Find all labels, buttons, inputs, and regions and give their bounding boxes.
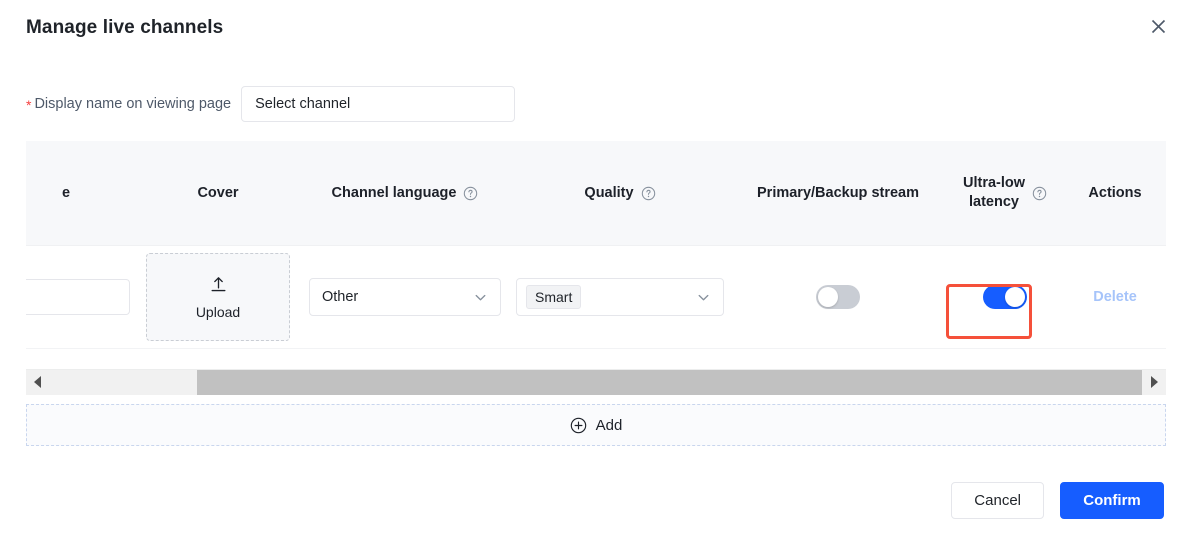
help-icon[interactable] <box>641 186 656 201</box>
caret-left-icon[interactable] <box>26 369 49 395</box>
delete-button[interactable]: Delete <box>1093 289 1137 305</box>
channel-select-value: Select channel <box>255 96 351 112</box>
column-header-name: e <box>61 185 71 201</box>
channel-language-value: Other <box>322 289 359 305</box>
channel-name-input[interactable] <box>26 279 130 315</box>
channel-language-select[interactable]: Other <box>309 278 501 316</box>
horizontal-scrollbar[interactable] <box>26 369 1166 395</box>
column-header-ultra-low-latency: Ultra-low latency <box>946 174 1064 212</box>
scrollbar-track[interactable] <box>49 369 1143 395</box>
dialog-footer: Cancel Confirm <box>951 482 1164 519</box>
help-icon[interactable] <box>1032 186 1047 201</box>
channels-table: e Cover Channel language Quality Primary… <box>26 141 1166 397</box>
quality-tag[interactable]: Smart <box>526 285 582 309</box>
upload-cover-button[interactable]: Upload <box>146 253 290 341</box>
caret-right-icon[interactable] <box>1143 369 1166 395</box>
close-icon[interactable] <box>1146 14 1170 38</box>
quality-select[interactable]: Smart <box>516 278 724 316</box>
plus-circle-icon <box>570 417 587 434</box>
confirm-button[interactable]: Confirm <box>1060 482 1164 519</box>
scrollbar-thumb[interactable] <box>197 369 1142 395</box>
cell-actions: Delete <box>1064 289 1166 305</box>
display-name-form-row: * Display name on viewing page Select ch… <box>26 86 516 122</box>
ultra-low-latency-toggle[interactable] <box>983 285 1027 309</box>
cell-ultra-low-latency <box>946 285 1064 309</box>
help-icon[interactable] <box>463 186 478 201</box>
required-asterisk: * <box>26 97 32 113</box>
column-header-actions: Actions <box>1088 185 1142 201</box>
page-title: Manage live channels <box>26 17 224 38</box>
cell-channel-name <box>26 279 136 315</box>
chevron-down-icon <box>473 290 488 305</box>
cell-quality: Smart <box>510 278 730 316</box>
upload-icon <box>209 275 228 298</box>
column-header-primary-backup-stream: Primary/Backup stream <box>757 185 919 201</box>
table-header-row: e Cover Channel language Quality Primary… <box>26 141 1166 246</box>
column-header-quality: Quality <box>510 185 730 201</box>
display-name-label: Display name on viewing page <box>34 96 232 112</box>
cancel-button[interactable]: Cancel <box>951 482 1044 519</box>
column-header-cover: Cover <box>197 185 239 201</box>
add-channel-button[interactable]: Add <box>26 404 1166 446</box>
add-label: Add <box>595 416 623 434</box>
primary-backup-stream-toggle[interactable] <box>816 285 860 309</box>
chevron-down-icon <box>696 290 711 305</box>
cell-channel-language: Other <box>300 278 510 316</box>
toggle-knob <box>1005 287 1025 307</box>
channel-select-input[interactable]: Select channel <box>241 86 516 122</box>
toggle-knob <box>818 287 838 307</box>
cell-cover: Upload <box>136 253 300 341</box>
cell-primary-backup-stream <box>730 285 946 309</box>
upload-label: Upload <box>195 303 241 320</box>
column-header-channel-language: Channel language <box>300 185 510 201</box>
table-row: Upload Other Smart Delete <box>26 246 1166 349</box>
manage-live-channels-dialog: Manage live channels * Display name on v… <box>0 0 1188 537</box>
